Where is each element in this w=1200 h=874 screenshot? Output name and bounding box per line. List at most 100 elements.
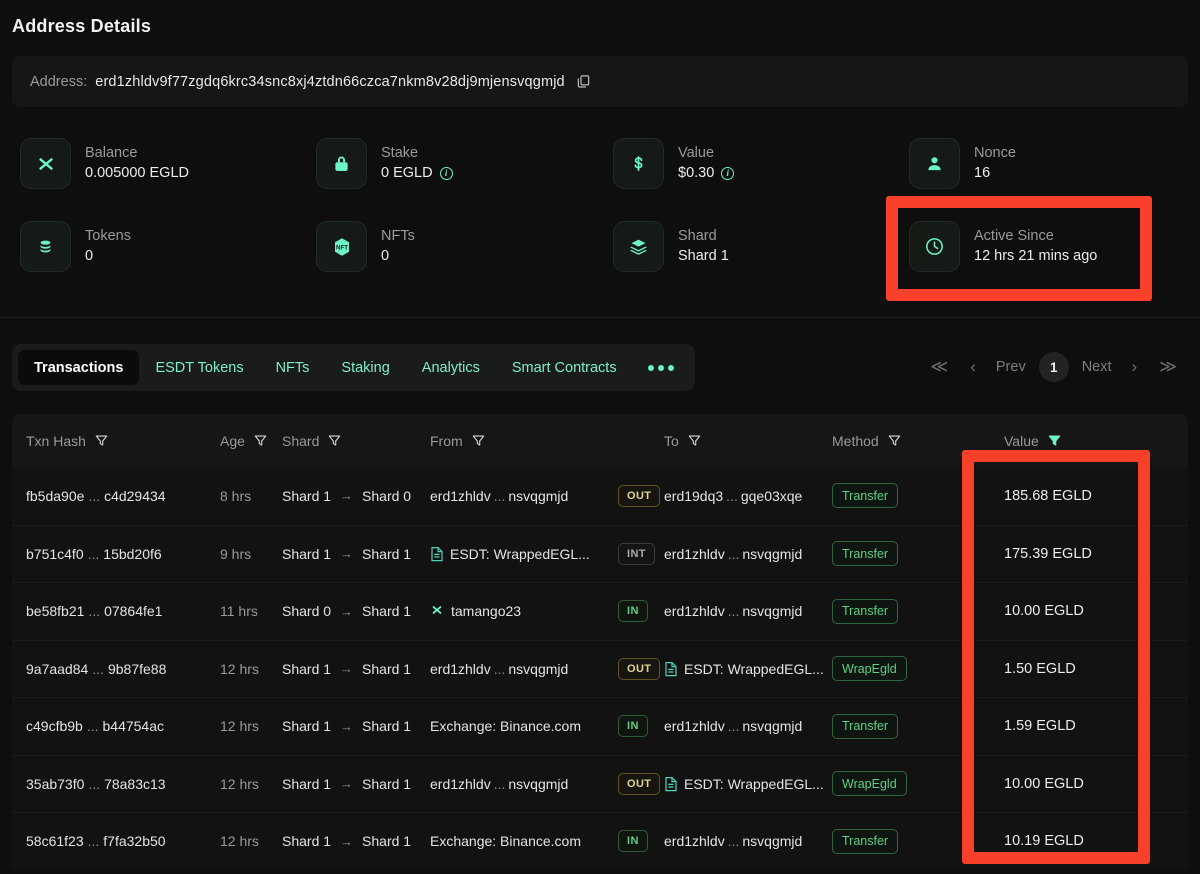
shard-from[interactable]: Shard 1	[282, 776, 331, 792]
tab-analytics[interactable]: Analytics	[406, 350, 496, 385]
cell-from[interactable]: tamango23 IN	[430, 600, 664, 623]
txn-hash-start[interactable]: fb5da90e	[26, 488, 84, 504]
txn-hash-start[interactable]: b751c4f0	[26, 546, 84, 562]
table-row[interactable]: fb5da90e... c4d29434 8 hrs Shard 1 → Shard 0e…	[12, 467, 1188, 525]
txn-hash-start[interactable]: 9a7aad84	[26, 661, 88, 677]
from-address[interactable]: erd1zhldv... nsvqgmjd	[430, 488, 568, 504]
filter-icon[interactable]	[95, 434, 108, 447]
method-badge[interactable]: Transfer	[832, 541, 899, 567]
copy-icon[interactable]	[576, 74, 591, 89]
to-contract[interactable]: ESDT: WrappedEGL...	[664, 661, 824, 677]
cell-to[interactable]: erd1zhldv... nsvqgmjd	[664, 833, 832, 849]
to-address[interactable]: erd19dq3... gqe03xqe	[664, 488, 802, 504]
filter-icon-active[interactable]	[1048, 434, 1061, 447]
shard-to[interactable]: Shard 1	[362, 776, 411, 792]
tab-smart-contracts[interactable]: Smart Contracts	[496, 350, 633, 385]
cell-from[interactable]: ESDT: WrappedEGL... INT	[430, 542, 664, 565]
shard-to[interactable]: Shard 0	[362, 488, 411, 504]
to-address[interactable]: erd1zhldv... nsvqgmjd	[664, 603, 802, 619]
from-exchange[interactable]: Exchange: Binance.com	[430, 718, 581, 734]
cell-txn-hash[interactable]: fb5da90e... c4d29434	[12, 488, 220, 504]
shard-to[interactable]: Shard 1	[362, 603, 411, 619]
chevron-right-icon[interactable]: ›	[1121, 348, 1149, 386]
cell-to[interactable]: erd1zhldv... nsvqgmjd	[664, 603, 832, 619]
cell-shard[interactable]: Shard 1 → Shard 1	[282, 661, 430, 677]
tab-transactions[interactable]: Transactions	[18, 350, 140, 385]
from-contract[interactable]: ESDT: WrappedEGL...	[430, 546, 590, 562]
cell-from[interactable]: erd1zhldv... nsvqgmjd OUT	[430, 772, 664, 795]
cell-txn-hash[interactable]: b751c4f0... 15bd20f6	[12, 546, 220, 562]
cell-from[interactable]: erd1zhldv... nsvqgmjd OUT	[430, 484, 664, 507]
txn-hash-start[interactable]: c49cfb9b	[26, 718, 83, 734]
cell-txn-hash[interactable]: be58fb21... 07864fe1	[12, 603, 220, 619]
shard-from[interactable]: Shard 1	[282, 718, 331, 734]
to-address[interactable]: erd1zhldv... nsvqgmjd	[664, 833, 802, 849]
cell-method[interactable]: WrapEgld	[832, 656, 972, 682]
method-badge[interactable]: Transfer	[832, 483, 899, 509]
cell-from[interactable]: Exchange: Binance.com IN	[430, 715, 664, 738]
next-button[interactable]: Next	[1073, 348, 1121, 386]
shard-from[interactable]: Shard 0	[282, 603, 331, 619]
filter-icon[interactable]	[254, 434, 267, 447]
shard-from[interactable]: Shard 1	[282, 546, 331, 562]
filter-icon[interactable]	[472, 434, 485, 447]
txn-hash-end[interactable]: f7fa32b50	[103, 833, 165, 849]
txn-hash-end[interactable]: 9b87fe88	[108, 661, 166, 677]
cell-from[interactable]: Exchange: Binance.com IN	[430, 830, 664, 853]
cell-txn-hash[interactable]: 9a7aad84... 9b87fe88	[12, 661, 220, 677]
cell-to[interactable]: erd1zhldv... nsvqgmjd	[664, 546, 832, 562]
cell-txn-hash[interactable]: 58c61f23... f7fa32b50	[12, 833, 220, 849]
method-badge[interactable]: Transfer	[832, 598, 899, 624]
shard-to[interactable]: Shard 1	[362, 661, 411, 677]
cell-to[interactable]: ESDT: WrappedEGL...	[664, 661, 832, 677]
cell-shard[interactable]: Shard 1 → Shard 0	[282, 488, 430, 504]
page-number[interactable]: 1	[1038, 352, 1069, 382]
table-row[interactable]: 35ab73f0... 78a83c13 12 hrs Shard 1 → Shard 1…	[12, 754, 1188, 812]
filter-icon[interactable]	[328, 434, 341, 447]
cell-shard[interactable]: Shard 1 → Shard 1	[282, 546, 430, 562]
tab-staking[interactable]: Staking	[325, 350, 405, 385]
txn-hash-start[interactable]: 58c61f23	[26, 833, 84, 849]
to-contract[interactable]: ESDT: WrappedEGL...	[664, 776, 824, 792]
shard-to[interactable]: Shard 1	[362, 718, 411, 734]
table-row[interactable]: 9a7aad84... 9b87fe88 12 hrs Shard 1 → Shard 1…	[12, 639, 1188, 697]
method-badge[interactable]: Transfer	[832, 713, 899, 739]
shard-from[interactable]: Shard 1	[282, 833, 331, 849]
method-badge[interactable]: Transfer	[832, 828, 899, 854]
shard-from[interactable]: Shard 1	[282, 488, 331, 504]
info-icon[interactable]: i	[439, 166, 453, 180]
table-row[interactable]: 58c61f23... f7fa32b50 12 hrs Shard 1 → Shard …	[12, 812, 1188, 870]
txn-hash-end[interactable]: b44754ac	[103, 718, 165, 734]
from-herotag[interactable]: tamango23	[430, 603, 521, 620]
cell-method[interactable]: Transfer	[832, 483, 972, 509]
txn-hash-end[interactable]: 07864fe1	[104, 603, 162, 619]
cell-method[interactable]: Transfer	[832, 598, 972, 624]
cell-shard[interactable]: Shard 1 → Shard 1	[282, 776, 430, 792]
txn-hash-end[interactable]: 78a83c13	[104, 776, 166, 792]
txn-hash-end[interactable]: 15bd20f6	[103, 546, 161, 562]
txn-hash-end[interactable]: c4d29434	[104, 488, 166, 504]
table-row[interactable]: c49cfb9b... b44754ac 12 hrs Shard 1 → Shard 1…	[12, 697, 1188, 755]
cell-method[interactable]: Transfer	[832, 713, 972, 739]
cell-to[interactable]: erd1zhldv... nsvqgmjd	[664, 718, 832, 734]
txn-hash-start[interactable]: 35ab73f0	[26, 776, 84, 792]
cell-shard[interactable]: Shard 0 → Shard 1	[282, 603, 430, 619]
shard-to[interactable]: Shard 1	[362, 833, 411, 849]
from-exchange[interactable]: Exchange: Binance.com	[430, 833, 581, 849]
shard-to[interactable]: Shard 1	[362, 546, 411, 562]
cell-method[interactable]: Transfer	[832, 541, 972, 567]
cell-to[interactable]: erd19dq3... gqe03xqe	[664, 488, 832, 504]
double-chevron-right-icon[interactable]: ≫	[1148, 348, 1188, 386]
cell-txn-hash[interactable]: 35ab73f0... 78a83c13	[12, 776, 220, 792]
cell-from[interactable]: erd1zhldv... nsvqgmjd OUT	[430, 657, 664, 680]
cell-method[interactable]: WrapEgld	[832, 771, 972, 797]
from-address[interactable]: erd1zhldv... nsvqgmjd	[430, 661, 568, 677]
cell-method[interactable]: Transfer	[832, 828, 972, 854]
method-badge[interactable]: WrapEgld	[832, 771, 907, 797]
cell-txn-hash[interactable]: c49cfb9b... b44754ac	[12, 718, 220, 734]
cell-shard[interactable]: Shard 1 → Shard 1	[282, 833, 430, 849]
double-chevron-left-icon[interactable]: ≪	[919, 348, 959, 386]
tab-esdt-tokens[interactable]: ESDT Tokens	[139, 350, 259, 385]
from-address[interactable]: erd1zhldv... nsvqgmjd	[430, 776, 568, 792]
to-address[interactable]: erd1zhldv... nsvqgmjd	[664, 718, 802, 734]
